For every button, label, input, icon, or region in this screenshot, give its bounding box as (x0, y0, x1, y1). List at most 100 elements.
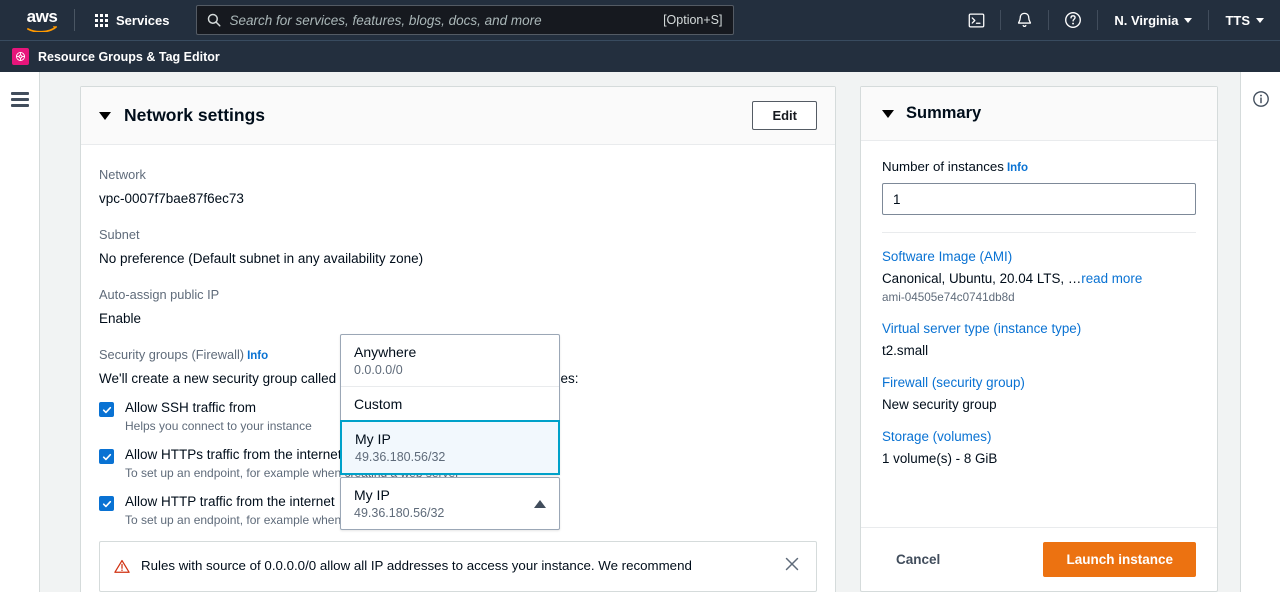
notifications-button[interactable] (1001, 0, 1048, 40)
check-icon (102, 500, 111, 507)
page-title: Network settings (124, 105, 265, 125)
summary-group-firewall: Firewall (security group) New security g… (882, 375, 1196, 412)
ssh-source-select-control[interactable]: My IP 49.36.180.56/32 (340, 477, 560, 530)
left-navigation-rail (0, 72, 40, 592)
summary-value-instance-type: t2.small (882, 343, 929, 358)
summary-group-storage: Storage (volumes) 1 volume(s) - 8 GiB (882, 429, 1196, 466)
summary-link-instance-type[interactable]: Virtual server type (instance type) (882, 321, 1196, 336)
summary-group-ami: Software Image (AMI) Canonical, Ubuntu, … (882, 249, 1196, 304)
summary-group-instance-type: Virtual server type (instance type) t2.s… (882, 321, 1196, 358)
search-shortcut-hint: [Option+S] (663, 13, 723, 27)
close-icon[interactable] (782, 556, 802, 577)
summary-title: Summary (906, 104, 982, 122)
app-shell: Network settings Edit Network vpc-0007f7… (0, 72, 1280, 592)
summary-value-software-image: Canonical, Ubuntu, 20.04 LTS, …read more (882, 271, 1196, 286)
check-icon (102, 453, 111, 460)
collapse-toggle-icon[interactable] (99, 111, 111, 120)
dropdown-option-my-ip[interactable]: My IP 49.36.180.56/32 (340, 420, 560, 475)
chevron-down-icon (1256, 17, 1264, 23)
dropdown-option-anywhere[interactable]: Anywhere 0.0.0.0/0 (341, 335, 559, 386)
hamburger-icon[interactable] (10, 92, 29, 592)
selected-value-label: My IP (354, 487, 390, 503)
check-icon (102, 406, 111, 413)
summary-header: Summary (861, 87, 1217, 141)
cloudshell-icon (969, 12, 985, 28)
checkbox-allow-http[interactable] (99, 496, 114, 511)
network-settings-title-group: Network settings (99, 105, 265, 126)
summary-collapse-toggle-icon[interactable] (882, 109, 894, 118)
cloudshell-button[interactable] (953, 0, 1000, 40)
summary-divider (882, 232, 1196, 233)
center-column: Network settings Edit Network vpc-0007f7… (40, 72, 860, 592)
checkbox-text-ssh: Allow SSH traffic from Helps you connect… (125, 400, 312, 433)
checkbox-allow-ssh[interactable] (99, 402, 114, 417)
main-content: Network settings Edit Network vpc-0007f7… (80, 72, 860, 592)
read-more-link[interactable]: read more (1081, 271, 1142, 286)
favorite-resource-groups-tag-editor[interactable]: Resource Groups & Tag Editor (12, 48, 220, 65)
network-label: Network (99, 167, 146, 182)
info-link-number-of-instances[interactable]: Info (1007, 162, 1028, 174)
network-settings-header: Network settings Edit (81, 87, 835, 145)
warning-alert-text: Rules with source of 0.0.0.0/0 allow all… (141, 558, 692, 573)
chevron-down-icon (1184, 17, 1193, 23)
dropdown-option-sublabel: 49.36.180.56/32 (355, 450, 446, 464)
search-icon (207, 13, 221, 27)
summary-sub-ami-id: ami-04505e74c0741db8d (882, 291, 1015, 304)
help-button[interactable] (1049, 0, 1097, 40)
ssh-source-dropdown-list: Anywhere 0.0.0.0/0 Custom My IP 49.36.18… (340, 334, 560, 475)
favorites-bar: Resource Groups & Tag Editor (0, 40, 1280, 72)
aws-swoosh-icon (27, 25, 57, 32)
services-menu-button[interactable]: Services (85, 8, 180, 33)
favorite-label: Resource Groups & Tag Editor (38, 49, 220, 64)
dropdown-option-label: My IP (355, 431, 391, 447)
nav-divider (74, 9, 75, 31)
checkbox-allow-https[interactable] (99, 449, 114, 464)
search-input[interactable] (229, 12, 664, 28)
top-nav-right-group: N. Virginia TTS (953, 0, 1280, 40)
account-menu[interactable]: TTS (1209, 0, 1280, 40)
subnet-label: Subnet (99, 227, 140, 242)
cancel-button[interactable]: Cancel (882, 544, 954, 575)
aws-wordmark: aws (26, 6, 58, 26)
security-groups-text: Security groups (Firewall) (99, 347, 245, 362)
summary-link-software-image[interactable]: Software Image (AMI) (882, 249, 1196, 264)
region-selector[interactable]: N. Virginia (1098, 0, 1208, 40)
auto-assign-public-ip-label: Auto-assign public IP (99, 287, 220, 302)
help-icon (1065, 12, 1082, 28)
summary-value-storage: 1 volume(s) - 8 GiB (882, 451, 998, 466)
launch-instance-button[interactable]: Launch instance (1043, 542, 1196, 577)
number-of-instances-label: Number of instances Info (882, 159, 1196, 174)
summary-value-text: Canonical, Ubuntu, 20.04 LTS, … (882, 271, 1082, 286)
dropdown-option-sublabel: 0.0.0.0/0 (354, 363, 403, 377)
grid-icon (95, 13, 108, 27)
info-link-security-groups[interactable]: Info (247, 350, 268, 362)
number-of-instances-input[interactable] (882, 183, 1196, 215)
dropdown-option-label: Anywhere (354, 344, 417, 360)
content-gutter (40, 72, 80, 592)
info-circle-icon[interactable] (1252, 90, 1270, 592)
right-info-rail (1240, 72, 1280, 592)
region-label: N. Virginia (1114, 12, 1179, 28)
subnet-value: No preference (Default subnet in any ava… (99, 251, 424, 266)
global-search-box[interactable]: [Option+S] (195, 5, 734, 35)
summary-column: Summary Number of instancesInfo Software… (860, 72, 1240, 592)
network-value: vpc-0007f7bae87f6ec73 (99, 191, 244, 206)
warning-triangle-icon (114, 559, 130, 573)
chevron-up-icon (534, 499, 546, 508)
ssh-source-selected-value: My IP 49.36.180.56/32 (354, 487, 444, 520)
auto-assign-public-ip-value: Enable (99, 311, 142, 326)
summary-link-firewall[interactable]: Firewall (security group) (882, 375, 1196, 390)
summary-value-firewall: New security group (882, 397, 997, 412)
checkbox-label-ssh: Allow SSH traffic from (125, 400, 257, 415)
number-of-instances-text: Number of instances (882, 159, 1004, 174)
summary-footer: Cancel Launch instance (861, 527, 1217, 591)
edit-button[interactable]: Edit (752, 101, 817, 130)
summary-link-storage[interactable]: Storage (volumes) (882, 429, 1196, 444)
aws-logo[interactable]: aws (14, 6, 70, 32)
selected-value-sublabel: 49.36.180.56/32 (354, 506, 445, 520)
services-label: Services (116, 12, 170, 28)
summary-panel: Summary Number of instancesInfo Software… (860, 86, 1218, 592)
ssh-source-dropdown: Anywhere 0.0.0.0/0 Custom My IP 49.36.18… (340, 334, 560, 530)
dropdown-option-custom[interactable]: Custom (341, 386, 559, 421)
resource-groups-icon (12, 48, 29, 65)
